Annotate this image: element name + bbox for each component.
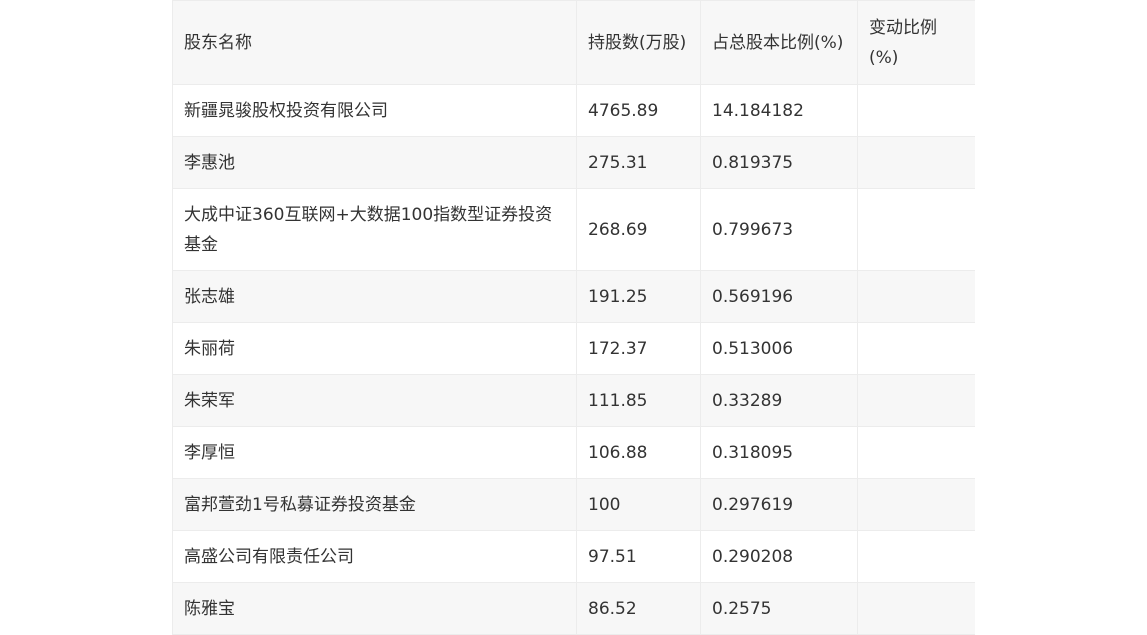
- cell-share-ratio: 0.33289: [700, 374, 858, 427]
- shareholder-table-container: 股东名称 持股数(万股) 占总股本比例(%) 变动比例(%) 新疆晁骏股权投资有…: [172, 0, 975, 635]
- cell-change-ratio: [857, 84, 975, 137]
- cell-share-ratio: 0.297619: [700, 478, 858, 531]
- cell-share-ratio: 0.569196: [700, 270, 858, 323]
- cell-change-ratio: [857, 478, 975, 531]
- cell-change-ratio: [857, 188, 975, 271]
- table-row: 大成中证360互联网+大数据100指数型证券投资基金 268.69 0.7996…: [172, 188, 975, 271]
- cell-shareholder-name: 张志雄: [172, 270, 577, 323]
- cell-shares-held: 275.31: [576, 136, 701, 189]
- cell-share-ratio: 0.799673: [700, 188, 858, 271]
- cell-shareholder-name: 李厚恒: [172, 426, 577, 479]
- cell-share-ratio: 0.2575: [700, 582, 858, 635]
- cell-shares-held: 86.52: [576, 582, 701, 635]
- cell-shares-held: 4765.89: [576, 84, 701, 137]
- cell-shares-held: 172.37: [576, 322, 701, 375]
- cell-shareholder-name: 陈雅宝: [172, 582, 577, 635]
- header-change-ratio: 变动比例(%): [857, 0, 975, 85]
- table-row: 张志雄 191.25 0.569196: [172, 270, 975, 323]
- shareholder-table: 股东名称 持股数(万股) 占总股本比例(%) 变动比例(%) 新疆晁骏股权投资有…: [172, 0, 975, 635]
- header-share-ratio: 占总股本比例(%): [700, 0, 858, 85]
- cell-change-ratio: [857, 136, 975, 189]
- header-shareholder-name: 股东名称: [172, 0, 577, 85]
- table-row: 陈雅宝 86.52 0.2575: [172, 582, 975, 635]
- cell-share-ratio: 0.819375: [700, 136, 858, 189]
- cell-share-ratio: 14.184182: [700, 84, 858, 137]
- cell-change-ratio: [857, 426, 975, 479]
- cell-shares-held: 191.25: [576, 270, 701, 323]
- table-row: 李厚恒 106.88 0.318095: [172, 426, 975, 479]
- cell-shareholder-name: 朱丽荷: [172, 322, 577, 375]
- cell-shares-held: 100: [576, 478, 701, 531]
- cell-shareholder-name: 李惠池: [172, 136, 577, 189]
- cell-change-ratio: [857, 582, 975, 635]
- table-header-row: 股东名称 持股数(万股) 占总股本比例(%) 变动比例(%): [172, 0, 975, 85]
- cell-shareholder-name: 新疆晁骏股权投资有限公司: [172, 84, 577, 137]
- cell-change-ratio: [857, 530, 975, 583]
- table-row: 高盛公司有限责任公司 97.51 0.290208: [172, 530, 975, 583]
- cell-shares-held: 106.88: [576, 426, 701, 479]
- cell-change-ratio: [857, 270, 975, 323]
- table-row: 朱丽荷 172.37 0.513006: [172, 322, 975, 375]
- cell-share-ratio: 0.513006: [700, 322, 858, 375]
- cell-shareholder-name: 朱荣军: [172, 374, 577, 427]
- cell-shareholder-name: 高盛公司有限责任公司: [172, 530, 577, 583]
- table-row: 富邦萱劲1号私募证券投资基金 100 0.297619: [172, 478, 975, 531]
- header-shares-held: 持股数(万股): [576, 0, 701, 85]
- cell-shareholder-name: 大成中证360互联网+大数据100指数型证券投资基金: [172, 188, 577, 271]
- cell-shares-held: 97.51: [576, 530, 701, 583]
- cell-share-ratio: 0.290208: [700, 530, 858, 583]
- cell-shares-held: 111.85: [576, 374, 701, 427]
- table-row: 新疆晁骏股权投资有限公司 4765.89 14.184182: [172, 84, 975, 137]
- table-row: 朱荣军 111.85 0.33289: [172, 374, 975, 427]
- cell-shareholder-name: 富邦萱劲1号私募证券投资基金: [172, 478, 577, 531]
- table-row: 李惠池 275.31 0.819375: [172, 136, 975, 189]
- cell-change-ratio: [857, 374, 975, 427]
- cell-share-ratio: 0.318095: [700, 426, 858, 479]
- cell-change-ratio: [857, 322, 975, 375]
- cell-shares-held: 268.69: [576, 188, 701, 271]
